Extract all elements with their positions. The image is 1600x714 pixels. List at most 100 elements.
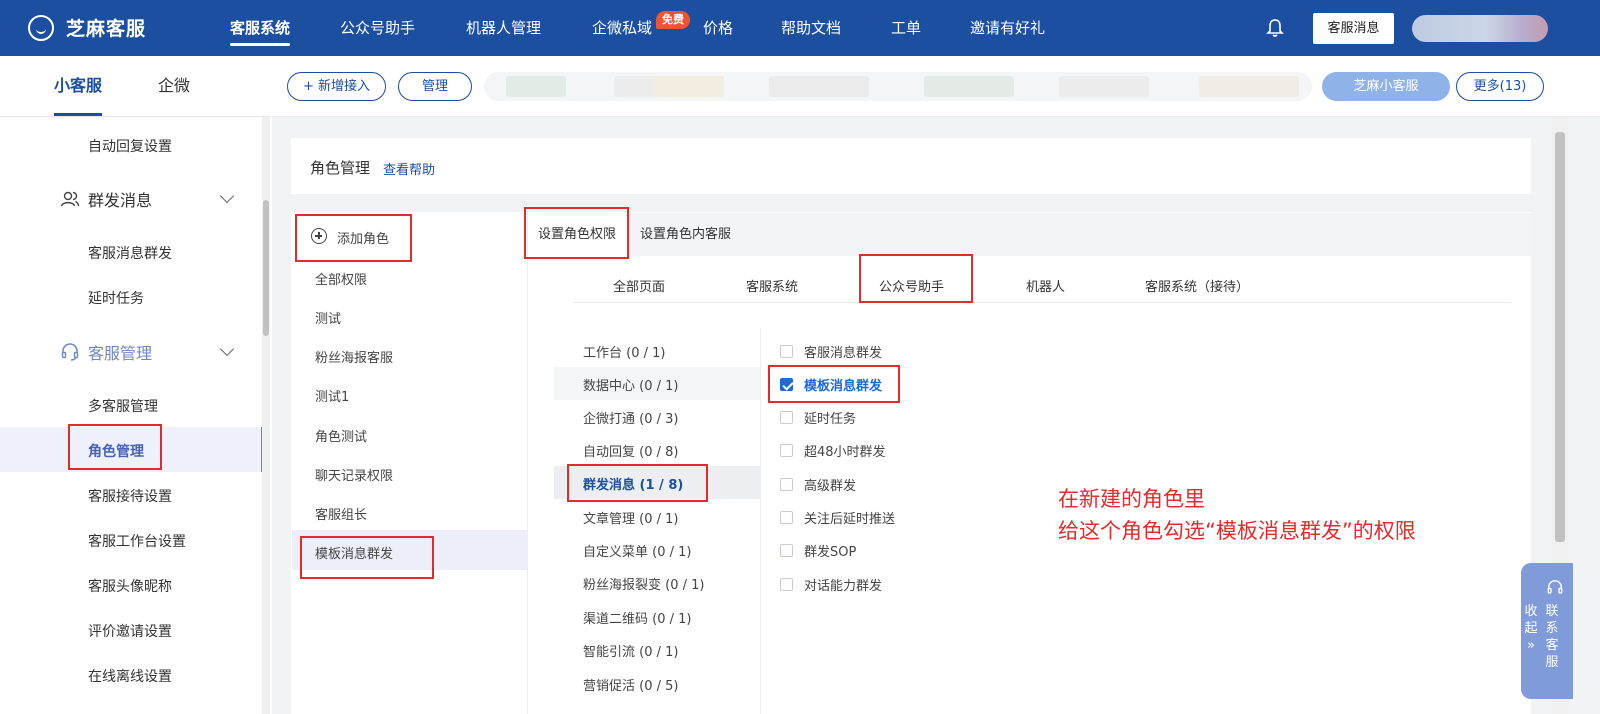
headset-icon [1547, 580, 1563, 594]
checkbox[interactable] [780, 578, 793, 591]
checkbox[interactable] [780, 411, 793, 424]
checkbox[interactable] [780, 444, 793, 457]
contact-label: 客 [1545, 638, 1559, 653]
scope-tab-robot[interactable]: 机器人 [1026, 276, 1065, 295]
sidebar-item-delay-task[interactable]: 延时任务 [88, 288, 144, 308]
sidebar-group-mass-send[interactable]: 群发消息 [60, 187, 152, 211]
module-item[interactable]: 企微打通 (0 / 3) [583, 408, 678, 427]
sidebar-scrollbar-thumb[interactable] [263, 200, 269, 336]
page-header-card [291, 138, 1531, 194]
checkbox[interactable] [780, 511, 793, 524]
sidebar-item-auto-reply[interactable]: 自动回复设置 [88, 136, 172, 156]
collapse-label[interactable]: 起 [1524, 620, 1538, 637]
nav-tickets[interactable]: 工单 [891, 0, 921, 56]
module-item[interactable]: 工作台 (0 / 1) [583, 342, 665, 361]
perm-advanced-group[interactable]: 高级群发 [780, 475, 856, 494]
sidebar-item-reception[interactable]: 客服接待设置 [88, 486, 172, 506]
perm-label: 关注后延时推送 [804, 512, 896, 527]
nav-mp-assistant[interactable]: 公众号助手 [340, 0, 415, 56]
sidebar-item-avatar-nick[interactable]: 客服头像昵称 [88, 576, 172, 596]
role-item[interactable]: 聊天记录权限 [315, 465, 393, 484]
users-icon [60, 191, 80, 207]
sub-header: 小客服 企微 + 新增接入 管理 芝麻小客服 更多(13) [0, 56, 1600, 117]
role-item[interactable]: 测试 [315, 308, 341, 327]
add-access-button[interactable]: + 新增接入 [287, 72, 386, 101]
tab-xiaokefu[interactable]: 小客服 [44, 56, 112, 116]
module-item[interactable]: 营销促活 (0 / 5) [583, 675, 678, 694]
collapse-label[interactable]: 收 [1524, 603, 1538, 620]
scope-tab-all-pages[interactable]: 全部页面 [613, 276, 665, 295]
highlight-box-mp-assistant [859, 254, 973, 303]
nav-invite[interactable]: 邀请有好礼 [970, 0, 1045, 56]
checkbox[interactable] [780, 345, 793, 358]
main-scrollbar-thumb[interactable] [1555, 132, 1565, 542]
sidebar-item-workbench[interactable]: 客服工作台设置 [88, 531, 186, 551]
perm-delay-task[interactable]: 延时任务 [780, 408, 856, 427]
headset-icon [61, 343, 79, 361]
help-link[interactable]: 查看帮助 [383, 159, 435, 178]
module-item[interactable]: 自动回复 (0 / 8) [583, 441, 678, 460]
sidebar-group-label: 客服管理 [88, 344, 153, 363]
brand-logo[interactable]: 芝麻客服 [28, 14, 146, 41]
perm-label: 超48小时群发 [804, 445, 886, 460]
module-item[interactable]: 渠道二维码 (0 / 1) [583, 608, 691, 627]
sidebar-item-kf-msg-group[interactable]: 客服消息群发 [88, 243, 172, 263]
annotation-line-2: 给这个角色勾选“模板消息群发”的权限 [1058, 519, 1416, 543]
contact-label: 联 [1545, 604, 1559, 619]
checkbox[interactable] [780, 544, 793, 557]
user-account-menu[interactable] [1412, 15, 1548, 42]
free-badge: 免费 [656, 11, 690, 29]
role-item[interactable]: 客服组长 [315, 504, 367, 523]
perm-label: 高级群发 [804, 479, 857, 494]
module-item[interactable]: 自定义菜单 (0 / 1) [583, 541, 691, 560]
manage-button[interactable]: 管理 [398, 72, 472, 101]
top-nav-bar: 芝麻客服 客服系统 公众号助手 机器人管理 企微私域 免费 价格 帮助文档 工单… [0, 0, 1600, 56]
perm-kf-msg-group[interactable]: 客服消息群发 [780, 342, 882, 361]
perm-group-sop[interactable]: 群发SOP [780, 541, 856, 560]
module-item[interactable]: 文章管理 (0 / 1) [583, 508, 678, 527]
perm-label: 对话能力群发 [804, 579, 883, 594]
highlight-box-mass-send-module [567, 464, 708, 502]
perm-follow-delay-push[interactable]: 关注后延时推送 [780, 508, 895, 527]
tab-wecom[interactable]: 企微 [158, 56, 190, 116]
scope-tab-kf-system[interactable]: 客服系统 [746, 276, 798, 295]
bell-icon[interactable] [1266, 18, 1284, 38]
perm-label: 客服消息群发 [804, 346, 883, 361]
highlight-box-role-manage [68, 424, 162, 470]
contact-support-widget[interactable]: 收 起 » 联 系 客 服 [1521, 563, 1573, 699]
contact-label: 系 [1545, 621, 1559, 636]
role-item[interactable]: 全部权限 [315, 269, 367, 288]
highlight-box-template-perm [768, 365, 900, 403]
module-item[interactable]: 智能引流 (0 / 1) [583, 641, 678, 660]
zhima-kf-account-button[interactable]: 芝麻小客服 [1322, 72, 1450, 101]
nav-wecom-private[interactable]: 企微私域 [592, 0, 652, 56]
annotation-line-1: 在新建的角色里 [1058, 487, 1205, 511]
nav-robot-manage[interactable]: 机器人管理 [466, 0, 541, 56]
role-item[interactable]: 测试1 [315, 386, 349, 405]
more-accounts-dropdown[interactable]: 更多(13) [1456, 72, 1544, 101]
brand-name: 芝麻客服 [66, 18, 147, 40]
checkbox[interactable] [780, 478, 793, 491]
nav-price[interactable]: 价格 [703, 0, 733, 56]
sidebar-group-kf-manage[interactable]: 客服管理 [60, 340, 152, 364]
sidebar-item-review-invite[interactable]: 评价邀请设置 [88, 621, 172, 641]
module-item[interactable]: 数据中心 (0 / 1) [583, 375, 678, 394]
scope-tab-kf-reception[interactable]: 客服系统（接待） [1145, 276, 1249, 295]
tab-set-role-agents[interactable]: 设置角色内客服 [630, 213, 741, 256]
kf-message-button[interactable]: 客服消息 [1313, 13, 1394, 44]
modules-divider [760, 328, 761, 714]
account-list[interactable] [484, 72, 1312, 101]
brand-logo-icon [28, 14, 54, 41]
nav-kf-system[interactable]: 客服系统 [230, 0, 291, 56]
collapse-arrow-icon[interactable]: » [1524, 637, 1538, 654]
highlight-box-new-role [300, 536, 434, 579]
perm-dialog-group[interactable]: 对话能力群发 [780, 575, 882, 594]
sidebar-item-online-offline[interactable]: 在线离线设置 [88, 666, 172, 686]
role-item[interactable]: 粉丝海报客服 [315, 347, 393, 366]
sidebar-item-multi-kf[interactable]: 多客服管理 [88, 396, 158, 416]
page-title: 角色管理 [310, 159, 371, 177]
role-item[interactable]: 角色测试 [315, 426, 367, 445]
nav-help-docs[interactable]: 帮助文档 [781, 0, 841, 56]
perm-over-48h[interactable]: 超48小时群发 [780, 441, 886, 460]
module-item[interactable]: 粉丝海报裂变 (0 / 1) [583, 574, 704, 593]
